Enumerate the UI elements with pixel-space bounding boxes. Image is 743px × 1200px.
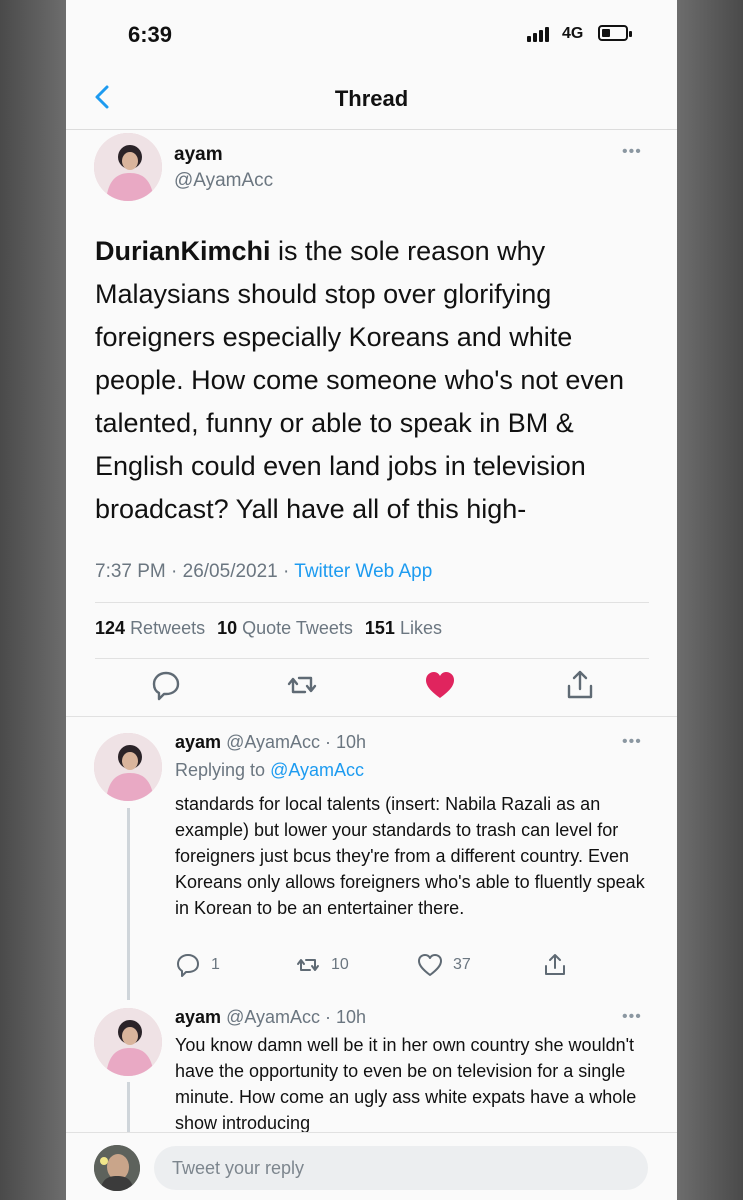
reply-actions: 1 10 37 <box>175 952 655 982</box>
more-options-icon[interactable]: ••• <box>622 733 642 751</box>
background-right <box>677 0 743 1200</box>
author-name[interactable]: ayam <box>175 1007 221 1027</box>
own-avatar[interactable] <box>94 1145 140 1191</box>
divider <box>95 658 649 659</box>
signal-icon <box>527 24 549 42</box>
tweet-actions <box>66 668 677 708</box>
retweets-stat[interactable]: 124 Retweets <box>95 618 205 639</box>
author-handle[interactable]: @AyamAcc <box>174 170 273 192</box>
retweet-icon[interactable] <box>285 668 319 702</box>
tweet-stats: 124 Retweets 10 Quote Tweets 151 Likes <box>95 618 442 639</box>
more-options-icon[interactable]: ••• <box>622 1008 642 1026</box>
reply-input[interactable] <box>154 1146 648 1190</box>
reply-header: ayam @AyamAcc · 10h <box>175 1007 366 1028</box>
like-heart-icon[interactable] <box>423 668 457 702</box>
replying-to-link[interactable]: @AyamAcc <box>270 760 364 780</box>
status-time: 6:39 <box>128 22 173 47</box>
divider <box>95 602 649 603</box>
author-handle-time: @AyamAcc · 10h <box>226 732 367 752</box>
replying-to: Replying to @AyamAcc <box>175 760 365 780</box>
share-icon <box>545 954 565 975</box>
more-options-icon[interactable]: ••• <box>622 143 642 161</box>
share-icon[interactable] <box>563 668 597 702</box>
reply-icon <box>177 954 199 977</box>
tweet-timestamp: 7:37 PM · 26/05/2021 · <box>95 561 295 582</box>
phone-screen: 6:39 4G Thread ayam @AyamAcc ••• DurianK… <box>66 0 677 1200</box>
compose-bar <box>66 1132 677 1200</box>
reply-button[interactable]: 1 <box>175 952 220 978</box>
status-bar: 6:39 4G <box>66 0 677 68</box>
avatar[interactable] <box>94 733 162 801</box>
background-left <box>0 0 66 1200</box>
tweet-meta: 7:37 PM · 26/05/2021 · Twitter Web App <box>95 561 432 583</box>
battery-icon <box>598 25 632 41</box>
reply-text: standards for local talents (insert: Nab… <box>175 794 645 918</box>
reply-header: ayam @AyamAcc · 10h <box>175 732 366 753</box>
likes-stat[interactable]: 151 Likes <box>365 618 442 639</box>
heart-outline-icon <box>418 954 442 976</box>
avatar[interactable] <box>94 133 162 201</box>
avatar[interactable] <box>94 1008 162 1076</box>
tweet-text: DurianKimchi is the sole reason why Mala… <box>95 230 655 531</box>
author-handle-time: @AyamAcc · 10h <box>226 1007 367 1027</box>
thread-header: Thread <box>66 70 677 130</box>
mention-text[interactable]: DurianKimchi <box>95 236 271 266</box>
tweet-body: is the sole reason why Malaysians should… <box>95 236 624 524</box>
like-button[interactable]: 37 <box>417 952 471 978</box>
divider <box>66 716 677 717</box>
author-name[interactable]: ayam <box>175 732 221 752</box>
reply-text: You know damn well be it in her own coun… <box>175 1035 637 1133</box>
retweet-button[interactable]: 10 <box>295 952 349 978</box>
share-button[interactable] <box>542 952 568 978</box>
reply-icon[interactable] <box>149 668 183 702</box>
quote-tweets-stat[interactable]: 10 Quote Tweets <box>217 618 353 639</box>
page-title: Thread <box>334 86 409 111</box>
author-name[interactable]: ayam <box>174 144 223 166</box>
thread-line <box>127 808 130 1000</box>
retweet-icon <box>297 959 319 971</box>
tweet-source-link[interactable]: Twitter Web App <box>294 561 432 582</box>
network-label: 4G <box>562 25 584 42</box>
